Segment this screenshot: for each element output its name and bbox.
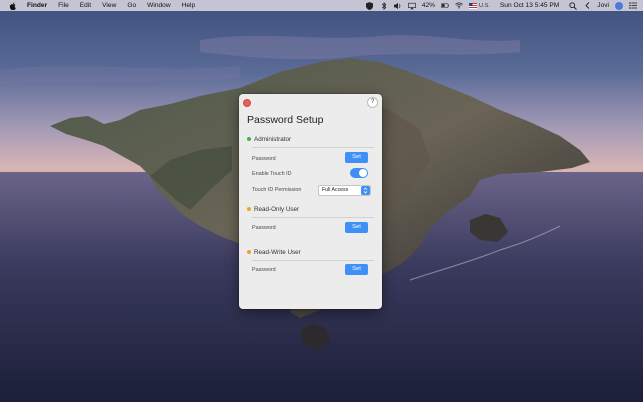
readwrite-password-label: Password bbox=[252, 267, 276, 273]
readonly-set-password-button[interactable]: Set bbox=[345, 222, 368, 233]
touch-id-toggle[interactable] bbox=[350, 168, 368, 178]
divider bbox=[252, 217, 374, 218]
siri-icon[interactable] bbox=[615, 1, 623, 10]
battery-icon[interactable] bbox=[441, 2, 449, 10]
divider bbox=[252, 147, 374, 148]
menu-edit[interactable]: Edit bbox=[80, 2, 91, 9]
section-read-only-user: Read-Only User bbox=[247, 204, 374, 218]
wifi-icon[interactable] bbox=[455, 2, 463, 10]
section-read-write-user: Read-Write User bbox=[247, 247, 374, 261]
shield-icon[interactable] bbox=[366, 1, 374, 10]
volume-icon[interactable] bbox=[393, 2, 402, 10]
menu-window[interactable]: Window bbox=[147, 2, 170, 9]
password-setup-window: ? Password Setup Administrator Password … bbox=[239, 94, 382, 309]
input-source-label[interactable]: U.S. bbox=[479, 3, 490, 9]
touch-id-permission-label: Touch ID Permission bbox=[252, 187, 302, 193]
status-dot bbox=[247, 250, 251, 254]
section-administrator: Administrator bbox=[247, 134, 374, 148]
us-flag-icon[interactable] bbox=[468, 2, 477, 10]
touch-id-label: Enable Touch ID bbox=[252, 171, 292, 177]
menu-bar-left: Finder File Edit View Go Window Help bbox=[0, 0, 206, 11]
menu-bar-extras: 42% U.S. Sun Oct 13 5:45 PM Jovi bbox=[366, 0, 637, 11]
admin-set-password-button[interactable]: Set bbox=[345, 152, 368, 163]
divider bbox=[252, 260, 374, 261]
airplay-icon[interactable] bbox=[407, 2, 416, 10]
section-title-read-write: Read-Write User bbox=[254, 248, 301, 256]
select-chevron-icon bbox=[361, 186, 370, 195]
admin-password-label: Password bbox=[252, 156, 276, 162]
help-button[interactable]: ? bbox=[367, 97, 378, 108]
window-close-button[interactable] bbox=[243, 99, 251, 107]
section-header: Administrator bbox=[247, 134, 374, 144]
section-title-read-only: Read-Only User bbox=[254, 205, 300, 213]
status-dot bbox=[247, 137, 251, 141]
select-value: Full Access bbox=[322, 187, 349, 193]
menu-go[interactable]: Go bbox=[127, 2, 136, 9]
notification-center-icon[interactable] bbox=[629, 2, 637, 10]
readonly-password-label: Password bbox=[252, 225, 276, 231]
section-header: Read-Write User bbox=[247, 247, 374, 257]
chevron-left-icon[interactable] bbox=[583, 2, 591, 10]
apple-icon[interactable] bbox=[9, 2, 17, 10]
user-name[interactable]: Jovi bbox=[597, 2, 609, 9]
touch-id-permission-select[interactable]: Full Access bbox=[318, 185, 371, 196]
status-dot bbox=[247, 207, 251, 211]
menu-help[interactable]: Help bbox=[182, 2, 196, 9]
menu-bar: Finder File Edit View Go Window Help 42%… bbox=[0, 0, 643, 11]
clock[interactable]: Sun Oct 13 5:45 PM bbox=[500, 2, 559, 9]
window-title: Password Setup bbox=[247, 114, 324, 126]
menu-file[interactable]: File bbox=[58, 2, 69, 9]
section-title-administrator: Administrator bbox=[254, 135, 292, 143]
menu-view[interactable]: View bbox=[102, 2, 116, 9]
readwrite-set-password-button[interactable]: Set bbox=[345, 264, 368, 275]
bluetooth-icon[interactable] bbox=[380, 1, 388, 10]
menu-app-finder[interactable]: Finder bbox=[27, 2, 47, 9]
section-header: Read-Only User bbox=[247, 204, 374, 214]
toggle-knob bbox=[359, 169, 367, 177]
battery-percentage: 42% bbox=[421, 2, 435, 9]
spotlight-search-icon[interactable] bbox=[569, 1, 578, 10]
